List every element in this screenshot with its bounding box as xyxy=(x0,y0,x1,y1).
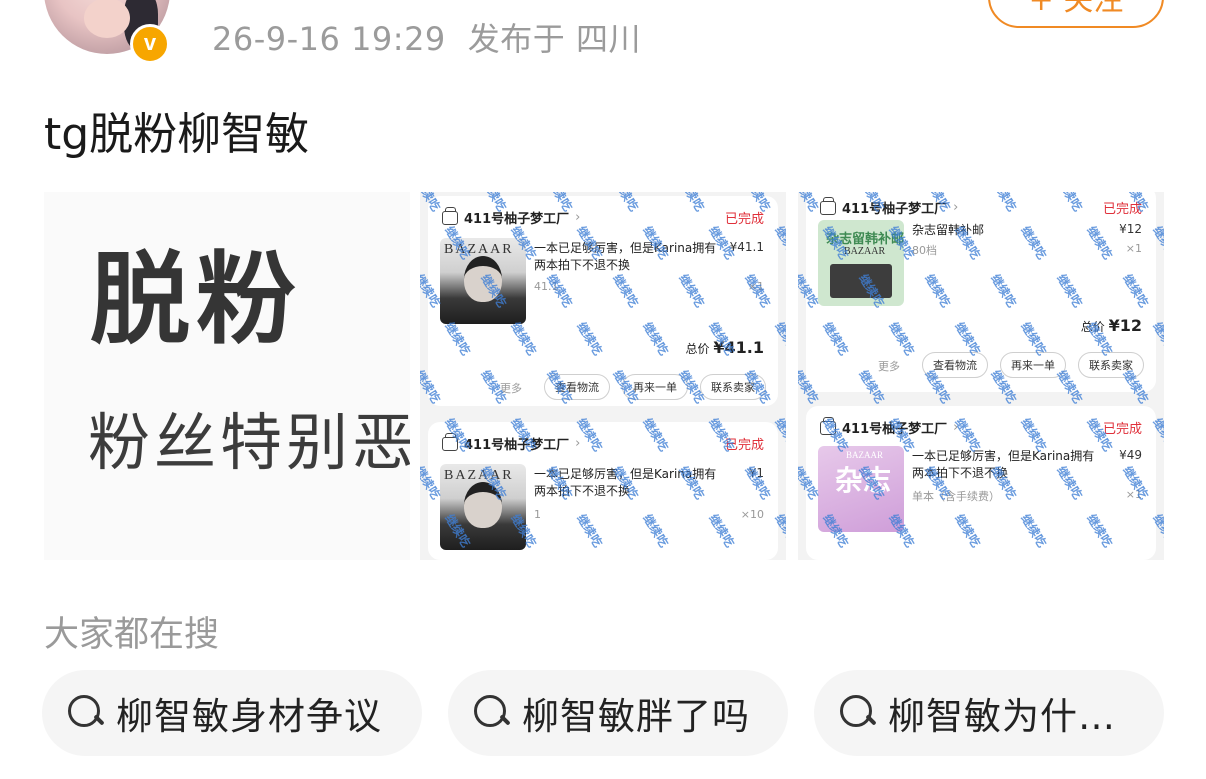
order-card: 411号柚子梦工厂 › 已完成 BAZAAR 杂志 一本已足够厉害，但是Karina… xyxy=(806,406,1156,560)
product-thumbnail: BAZAAR xyxy=(440,464,526,550)
item-name: 一本已足够厉害，但是Karina拥有两本拍下不退不换 xyxy=(912,449,1095,480)
search-chip[interactable]: 柳智敏身材争议 xyxy=(42,670,422,756)
search-chip[interactable]: 柳智敏胖了吗 xyxy=(448,670,788,756)
store-name: 411号柚子梦工厂 › xyxy=(820,416,959,437)
trending-search-title: 大家都在搜 xyxy=(44,615,220,655)
view-logistics-button[interactable]: 查看物流 xyxy=(922,352,988,378)
post-meta: 26-9-16 19:29 发布于 四川 xyxy=(212,14,641,60)
item-name: 一本已足够厉害，但是Karina拥有两本拍下不退不换 xyxy=(534,241,717,272)
search-chip[interactable]: 柳智敏为什… xyxy=(814,670,1164,756)
item-qty: ×1 xyxy=(1125,488,1142,501)
reorder-button[interactable]: 再来一单 xyxy=(1000,352,1066,378)
order-card: 411号柚子梦工厂 › 已完成 BAZAAR 一本已足够厉害，但是Karina拥有… xyxy=(428,196,778,406)
item-spec: 单本（含手续费） xyxy=(912,490,1000,503)
item-qty: ×1 xyxy=(1125,242,1142,255)
thumbnail-title: 杂志留韩补邮 xyxy=(826,232,904,247)
store-label: 411号柚子梦工厂 xyxy=(842,422,948,437)
store-icon xyxy=(820,416,836,435)
post-time: 26-9-16 19:29 xyxy=(212,20,446,58)
reorder-button[interactable]: 再来一单 xyxy=(622,374,688,400)
verified-badge-letter: v xyxy=(143,30,157,55)
product-thumbnail: BAZAAR 杂志 xyxy=(818,446,904,532)
item-name: 杂志留韩补邮 xyxy=(912,223,985,237)
product-thumbnail: 杂志留韩补邮 BAZAAR xyxy=(818,220,904,306)
item-price: ¥49 xyxy=(1119,448,1142,462)
store-label: 411号柚子梦工厂 xyxy=(464,212,570,227)
total-label: 总价 xyxy=(685,342,710,356)
contact-seller-button[interactable]: 联系卖家 xyxy=(700,374,766,400)
chevron-right-icon: › xyxy=(953,200,959,215)
thumbnail-portrait xyxy=(464,256,502,302)
post-text: tg脱粉柳智敏 xyxy=(44,109,310,160)
total-value: ¥12 xyxy=(1108,316,1142,335)
order-total: 总价 ¥41.1 xyxy=(686,338,764,357)
store-name: 411号柚子梦工厂 › xyxy=(820,196,959,217)
image-headline: 脱粉 xyxy=(90,241,302,358)
store-label: 411号柚子梦工厂 xyxy=(842,202,948,217)
store-icon xyxy=(442,432,458,451)
thumbnail-magazine-title: BAZAAR xyxy=(846,450,884,460)
post-image-3[interactable]: 411号柚子梦工厂 › 已完成 杂志留韩补邮 BAZAAR 杂志留韩补邮 ¥12 8… xyxy=(798,192,1164,560)
verified-badge-icon: v xyxy=(130,24,170,64)
search-icon xyxy=(66,693,106,733)
store-name: 411号柚子梦工厂 › xyxy=(442,432,581,453)
order-status: 已完成 xyxy=(1102,422,1142,437)
order-status: 已完成 xyxy=(1102,202,1142,217)
item-price: ¥1 xyxy=(748,466,764,480)
order-status: 已完成 xyxy=(724,212,764,227)
search-chip-label: 柳智敏胖了吗 xyxy=(522,695,750,738)
item-price: ¥12 xyxy=(1119,222,1142,236)
store-icon xyxy=(442,206,458,225)
total-value: ¥41.1 xyxy=(713,338,764,357)
post-image-1[interactable]: 脱粉 粉丝特别恶 xyxy=(44,192,410,560)
thumbnail-title: 杂志 xyxy=(834,464,891,497)
product-thumbnail: BAZAAR xyxy=(440,238,526,324)
view-logistics-button[interactable]: 查看物流 xyxy=(544,374,610,400)
store-icon xyxy=(820,196,836,215)
thumbnail-portrait xyxy=(464,482,502,528)
contact-seller-button[interactable]: 联系卖家 xyxy=(1078,352,1144,378)
store-label: 411号柚子梦工厂 xyxy=(464,438,570,453)
more-link[interactable]: 更多 xyxy=(878,358,900,374)
order-card: 411号柚子梦工厂 › 已完成 BAZAAR 一本已足够厉害，但是Karina拥有… xyxy=(428,422,778,560)
item-name: 一本已足够厉害，但是Karina拥有两本拍下不退不换 xyxy=(534,467,717,498)
search-chip-label: 柳智敏为什… xyxy=(888,695,1116,738)
thumbnail-photo xyxy=(830,264,892,298)
order-card: 411号柚子梦工厂 › 已完成 杂志留韩补邮 BAZAAR 杂志留韩补邮 ¥12 8… xyxy=(806,192,1156,392)
chevron-right-icon: › xyxy=(575,210,581,225)
store-name: 411号柚子梦工厂 › xyxy=(442,206,581,227)
item-qty: ×10 xyxy=(740,508,764,521)
avatar-face xyxy=(84,0,130,38)
item-qty: ×1 xyxy=(747,280,764,293)
item-spec: 1 xyxy=(534,508,541,521)
search-icon xyxy=(838,693,878,733)
order-status: 已完成 xyxy=(724,438,764,453)
item-spec: 80档 xyxy=(912,244,937,257)
item-spec: 41.1 xyxy=(534,280,559,293)
post-location: 发布于 四川 xyxy=(467,20,641,58)
image-subline: 粉丝特别恶 xyxy=(88,406,410,479)
order-total: 总价 ¥12 xyxy=(1081,316,1142,335)
total-label: 总价 xyxy=(1080,320,1105,334)
more-link[interactable]: 更多 xyxy=(500,380,522,396)
search-chip-label: 柳智敏身材争议 xyxy=(116,695,382,738)
search-icon xyxy=(472,693,512,733)
post-image-2[interactable]: 411号柚子梦工厂 › 已完成 BAZAAR 一本已足够厉害，但是Karina拥有… xyxy=(420,192,786,560)
follow-button[interactable]: + 关注 xyxy=(988,0,1164,28)
chevron-right-icon: › xyxy=(575,436,581,451)
item-price: ¥41.1 xyxy=(729,240,764,254)
chevron-right-icon: › xyxy=(953,420,959,435)
thumbnail-magazine-title: BAZAAR xyxy=(844,246,886,257)
